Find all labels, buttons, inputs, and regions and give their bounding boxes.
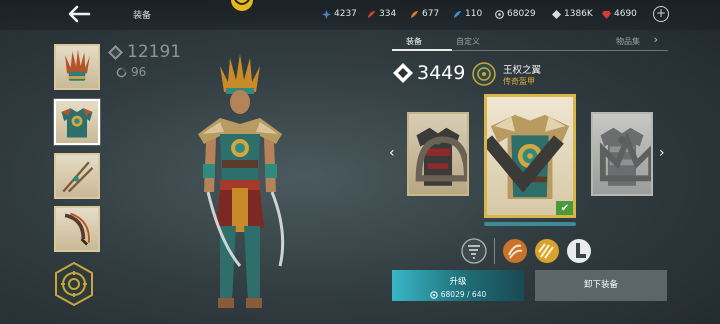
top-bar: 装备 4237 334 677 110 68029 1386K 4690 + [0,0,720,30]
upgrade-cost: 68029 / 640 [392,290,524,299]
resource-blue-feather: 110 [453,9,482,19]
ruby-icon [602,10,611,19]
active-tab-underline [392,49,452,51]
back-arrow-icon[interactable] [66,3,92,25]
character-level: 96 [116,65,146,79]
skill-claw-strike[interactable] [502,238,528,264]
chevron-down-icon[interactable] [484,102,566,218]
slot-ranged[interactable] [54,206,100,252]
resource-gem: 1386K [552,9,593,19]
crown-type-icon [599,131,651,182]
skill-leg-kick[interactable] [566,238,592,264]
item-name: 王权之翼 [503,65,542,76]
upgrade-button[interactable]: 升级 68029 / 640 [392,270,524,301]
item-power: 3449 [393,62,465,84]
tab-item-sets[interactable]: 物品集 [616,36,640,47]
helmet-type-icon [415,136,467,182]
blue-feather-icon [453,10,462,18]
resource-red-feather: 334 [367,9,396,19]
resource-coin: 68029 [495,9,536,19]
item-card-selected[interactable]: ✔ [484,94,576,218]
skill-triple-blade[interactable] [534,238,560,264]
sickle-blades-icon [64,212,90,246]
spear-weapon-icon [62,158,97,193]
item-scroll-indicator [484,222,576,226]
item-card-right[interactable] [591,112,653,196]
slot-armor[interactable] [54,99,100,145]
orange-feather-icon [410,10,419,18]
page-title: 装备 [133,11,152,21]
gear-score: 12191 [108,42,181,62]
unequip-button[interactable]: 卸下装备 [535,270,667,301]
level-icon [116,66,127,77]
gear-score-icon [108,44,123,60]
chest-armor-icon [61,108,93,138]
leg-kick-icon [567,239,591,263]
item-card-left[interactable] [407,112,469,196]
tab-bar: 装备 自定义 物品集 › [392,33,668,51]
aztec-sun-hex-icon [55,261,93,307]
tornado-icon [461,238,487,264]
slot-perk[interactable] [54,261,94,307]
triple-blade-icon [535,239,559,263]
coin-icon [495,9,504,19]
red-feather-icon [367,10,376,18]
diamond-star-icon [322,9,331,19]
equipped-check-icon: ✔ [556,201,573,215]
item-rarity: 传奇盔甲 [503,77,535,86]
skill-separator [494,238,495,264]
legendary-emblem-icon [472,62,496,86]
slot-helmet[interactable] [54,44,100,90]
next-item-arrow-icon[interactable]: › [659,145,665,161]
character-model [180,52,300,320]
resource-diamond-star: 4237 [322,9,357,19]
resource-orange-feather: 677 [410,9,439,19]
power-diamond-icon [393,63,413,83]
add-currency-button[interactable]: + [653,6,669,22]
tab-customize[interactable]: 自定义 [456,36,480,47]
resource-ruby: 4690 [602,9,637,19]
slot-weapon[interactable] [54,153,100,199]
gem-icon [552,9,561,19]
upgrade-label: 升级 [449,277,467,287]
previous-item-arrow-icon[interactable]: ‹ [389,145,395,161]
tab-equipment[interactable]: 装备 [406,36,422,47]
skill-tornado[interactable] [461,238,487,264]
claw-strike-icon [503,239,527,263]
coin-icon [430,290,438,299]
chevron-right-icon[interactable]: › [654,33,658,46]
clan-emblem-icon[interactable] [230,0,254,14]
feather-helmet-icon [65,49,90,81]
